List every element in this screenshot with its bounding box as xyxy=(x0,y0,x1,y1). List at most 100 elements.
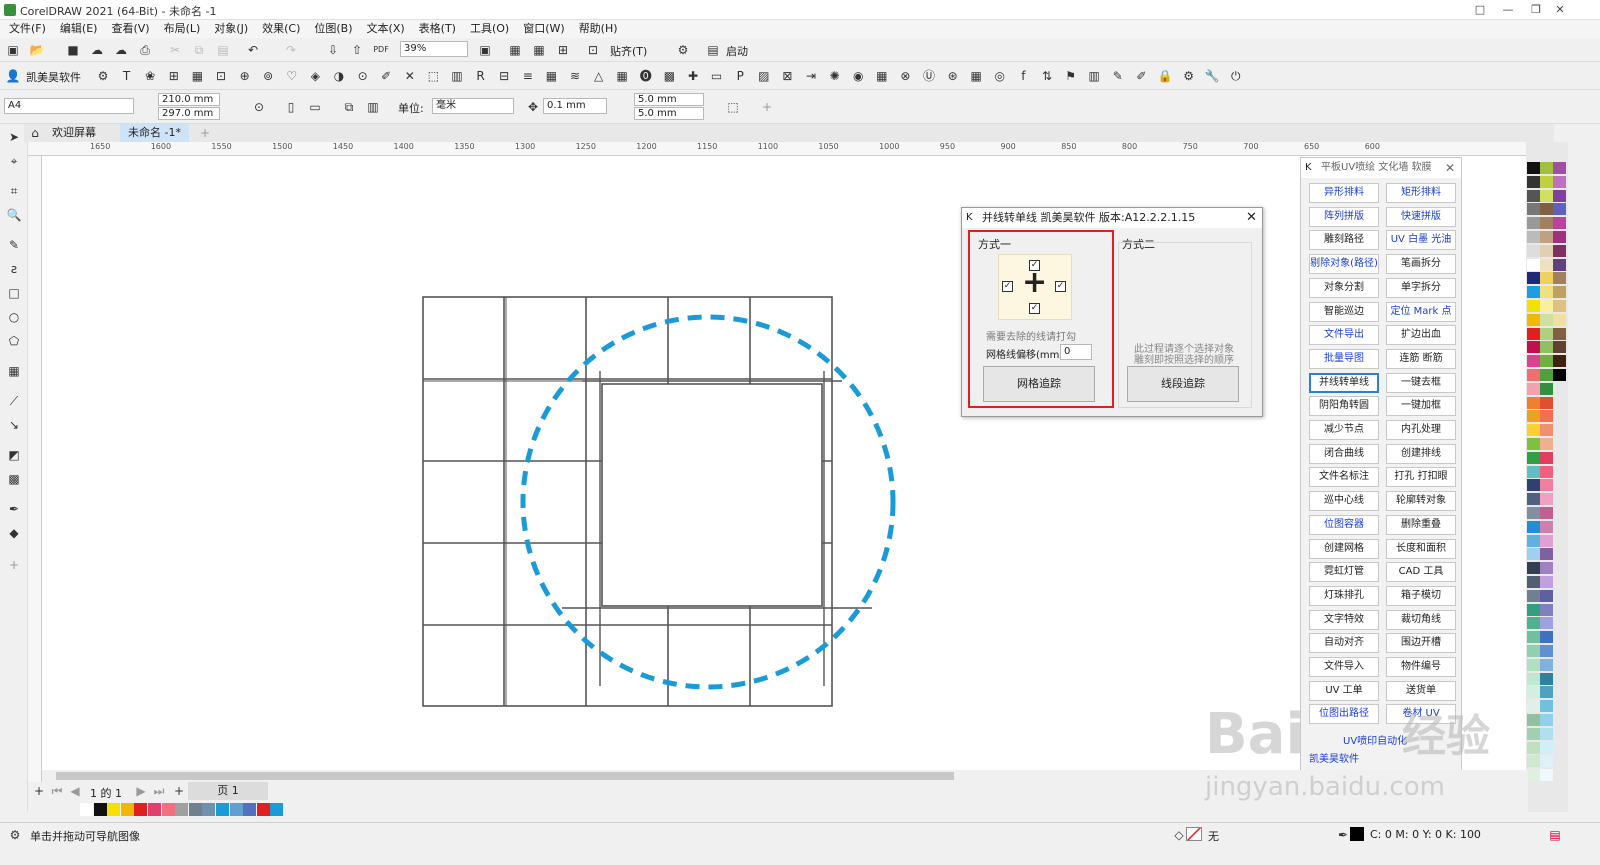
palette-swatch[interactable] xyxy=(1540,438,1553,450)
help-window-icon[interactable]: □ xyxy=(1472,2,1488,18)
panel-button[interactable]: 扩边出血 xyxy=(1386,325,1456,346)
save-icon[interactable]: ■ xyxy=(64,41,82,59)
palette-swatch[interactable] xyxy=(1527,603,1540,616)
redo-icon[interactable]: ↷ xyxy=(282,41,300,59)
panel-button[interactable]: 删除重叠 xyxy=(1386,514,1456,535)
transparency-tool-icon[interactable]: ▩ xyxy=(5,470,23,488)
palette-swatch[interactable] xyxy=(1527,286,1540,299)
treat-as-filled-icon[interactable]: ⬚ xyxy=(724,98,742,116)
palette-swatch[interactable] xyxy=(1527,327,1540,340)
palette-swatch[interactable] xyxy=(1540,631,1553,644)
plugin-tool-47-icon[interactable]: ⚙ xyxy=(1180,67,1198,85)
palette-swatch[interactable] xyxy=(1527,741,1540,754)
menu-layout[interactable]: 布局(L) xyxy=(157,20,208,38)
document-swatch[interactable] xyxy=(270,803,284,816)
panel-button[interactable]: 笔画拆分 xyxy=(1386,254,1456,275)
paste-icon[interactable]: ▤ xyxy=(214,41,232,59)
document-swatch[interactable] xyxy=(120,803,134,816)
plugin-tool-37-icon[interactable]: ⊛ xyxy=(944,67,962,85)
palette-swatch[interactable] xyxy=(1527,534,1540,547)
panel-button[interactable]: 文件导入 xyxy=(1309,657,1379,677)
launch-icon[interactable]: ▤ xyxy=(704,41,722,59)
plugin-tool-7-icon[interactable]: ⊕ xyxy=(236,67,254,85)
palette-swatch[interactable] xyxy=(1527,700,1540,713)
menu-table[interactable]: 表格(T) xyxy=(412,20,463,38)
plugin-tool-43-icon[interactable]: ▥ xyxy=(1085,67,1103,85)
plugin-tool-46-icon[interactable]: 🔒 xyxy=(1156,67,1174,85)
offset-input[interactable]: 0 xyxy=(1060,344,1092,360)
palette-swatch[interactable] xyxy=(1540,507,1553,519)
document-swatch[interactable] xyxy=(243,803,257,816)
horizontal-ruler[interactable]: 1650 1600 1550 1500 1450 1400 1350 1300 1250 1200… xyxy=(28,142,1528,156)
close-button[interactable]: ✕ xyxy=(1552,2,1568,18)
print-icon[interactable]: ⎙ xyxy=(136,41,154,59)
palette-swatch[interactable] xyxy=(1540,534,1553,547)
panel-button[interactable]: 箱子模切 xyxy=(1386,585,1456,606)
snap-to-label[interactable]: 贴齐(T) xyxy=(610,43,647,59)
panel-button[interactable]: 并线转单线 xyxy=(1309,372,1379,393)
palette-swatch[interactable] xyxy=(1540,658,1553,671)
palette-swatch[interactable] xyxy=(1527,396,1540,409)
undo-icon[interactable]: ↶ xyxy=(244,41,262,59)
plugin-tool-4-icon[interactable]: ⊞ xyxy=(165,67,183,85)
palette-swatch[interactable] xyxy=(1540,286,1553,299)
tab-welcome[interactable]: 欢迎屏幕 xyxy=(44,124,104,142)
panel-button[interactable]: 对象分割 xyxy=(1309,277,1379,298)
panel-button[interactable]: 单字拆分 xyxy=(1386,277,1456,298)
panel-button[interactable]: 一键去框 xyxy=(1386,372,1456,393)
plugin-tool-12-icon[interactable]: ⊙ xyxy=(354,67,372,85)
panel-button[interactable]: 批量导图 xyxy=(1309,348,1379,369)
all-pages-icon[interactable]: ⧉ xyxy=(340,98,358,116)
unit-select[interactable]: 毫米 xyxy=(432,98,514,114)
palette-swatch[interactable] xyxy=(1527,451,1540,464)
panel-button[interactable]: 长度和面积 xyxy=(1386,538,1456,559)
menu-window[interactable]: 窗口(W) xyxy=(516,20,571,38)
palette-swatch[interactable] xyxy=(1553,355,1566,368)
plugin-tool-8-icon[interactable]: ⊚ xyxy=(259,67,277,85)
eyedropper-tool-icon[interactable]: ✒ xyxy=(5,500,23,518)
page-tab[interactable]: 页 1 xyxy=(188,782,268,800)
menu-bitmaps[interactable]: 位图(B) xyxy=(307,20,359,38)
palette-swatch[interactable] xyxy=(1540,300,1553,312)
panel-button[interactable]: 创建排线 xyxy=(1386,443,1456,464)
palette-swatch[interactable] xyxy=(1527,382,1540,395)
shadow-tool-icon[interactable]: ◩ xyxy=(5,446,23,464)
plugin-tool-16-icon[interactable]: ▥ xyxy=(448,67,466,85)
palette-swatch[interactable] xyxy=(1527,507,1540,519)
palette-swatch[interactable] xyxy=(1540,382,1553,395)
palette-swatch[interactable] xyxy=(1527,175,1540,188)
panel-button[interactable]: 内孔处理 xyxy=(1386,420,1456,440)
palette-swatch[interactable] xyxy=(1527,369,1540,381)
palette-swatch[interactable] xyxy=(1553,341,1566,354)
palette-swatch[interactable] xyxy=(1527,672,1540,685)
palette-swatch[interactable] xyxy=(1540,700,1553,713)
palette-swatch[interactable] xyxy=(1527,658,1540,671)
vertical-ruler[interactable] xyxy=(28,156,42,786)
palette-swatch[interactable] xyxy=(1527,341,1540,354)
crop-tool-icon[interactable]: ⌗ xyxy=(5,182,23,200)
palette-swatch[interactable] xyxy=(1527,479,1540,492)
add-tool-icon[interactable]: + xyxy=(5,556,23,574)
plugin-tool-27-icon[interactable]: ▭ xyxy=(708,67,726,85)
menu-edit[interactable]: 编辑(E) xyxy=(53,20,105,38)
panel-footer-brand[interactable]: 凯美昊软件 xyxy=(1309,750,1359,765)
last-page-icon[interactable]: ⏭ xyxy=(150,782,168,800)
panel-button[interactable]: 文件名标注 xyxy=(1309,467,1379,488)
rulers-icon[interactable]: ▦ xyxy=(506,41,524,59)
panel-button[interactable]: 围边开槽 xyxy=(1386,633,1456,654)
palette-swatch[interactable] xyxy=(1527,438,1540,450)
page-width-field[interactable]: 210.0 mm xyxy=(158,93,220,106)
duplicate-y-field[interactable]: 5.0 mm xyxy=(634,107,704,120)
add-page-icon[interactable]: + xyxy=(30,782,48,800)
nudge-field[interactable]: 0.1 mm xyxy=(543,98,607,114)
new-document-icon[interactable]: ▣ xyxy=(4,41,22,59)
dimension-tool-icon[interactable]: ⟋ xyxy=(5,392,23,410)
palette-swatch[interactable] xyxy=(1527,465,1540,478)
home-icon[interactable]: ⌂ xyxy=(26,124,44,142)
palette-swatch[interactable] xyxy=(1527,424,1540,437)
palette-swatch[interactable] xyxy=(1540,231,1553,243)
add-page-end-icon[interactable]: + xyxy=(170,782,188,800)
page-height-field[interactable]: 297.0 mm xyxy=(158,107,220,120)
panel-button[interactable]: 位图容器 xyxy=(1309,514,1379,535)
palette-swatch[interactable] xyxy=(1553,327,1566,340)
